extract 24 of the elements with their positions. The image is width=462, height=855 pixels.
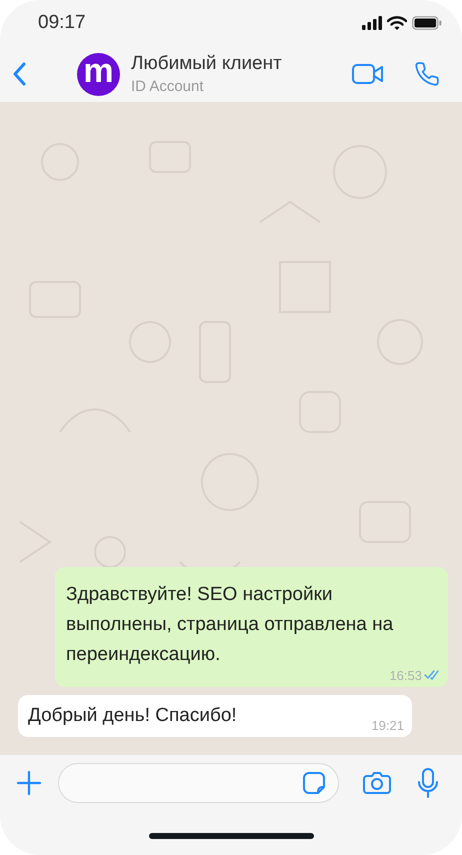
message-text: Здравствуйте! SEO настройки выполнены, страница отправлена на переиндексацию. [66,582,394,666]
message-input-field[interactable] [58,763,339,803]
microphone-button[interactable] [417,768,439,798]
video-camera-icon [352,64,384,84]
sticker-icon[interactable] [302,771,326,795]
contact-avatar[interactable]: m [77,52,120,96]
microphone-icon [417,768,439,798]
signal-icon [362,16,382,30]
message-time: 16:53 [389,666,422,684]
status-time: 09:17 [38,10,86,35]
add-button[interactable] [16,770,42,796]
contact-name: Любимый клиент [131,52,283,76]
call-button[interactable] [414,61,440,87]
contact-subtitle: ID Account [131,78,205,96]
back-icon [12,62,26,86]
camera-button[interactable] [363,771,391,795]
camera-icon [363,771,391,795]
plus-icon [16,770,42,796]
phone-icon [414,61,440,87]
video-call-button[interactable] [352,62,384,86]
message-time: 19:21 [371,716,404,734]
battery-icon [412,16,442,30]
wifi-icon [387,16,407,30]
message-text: Добрый день! Спасибо! [28,704,237,728]
